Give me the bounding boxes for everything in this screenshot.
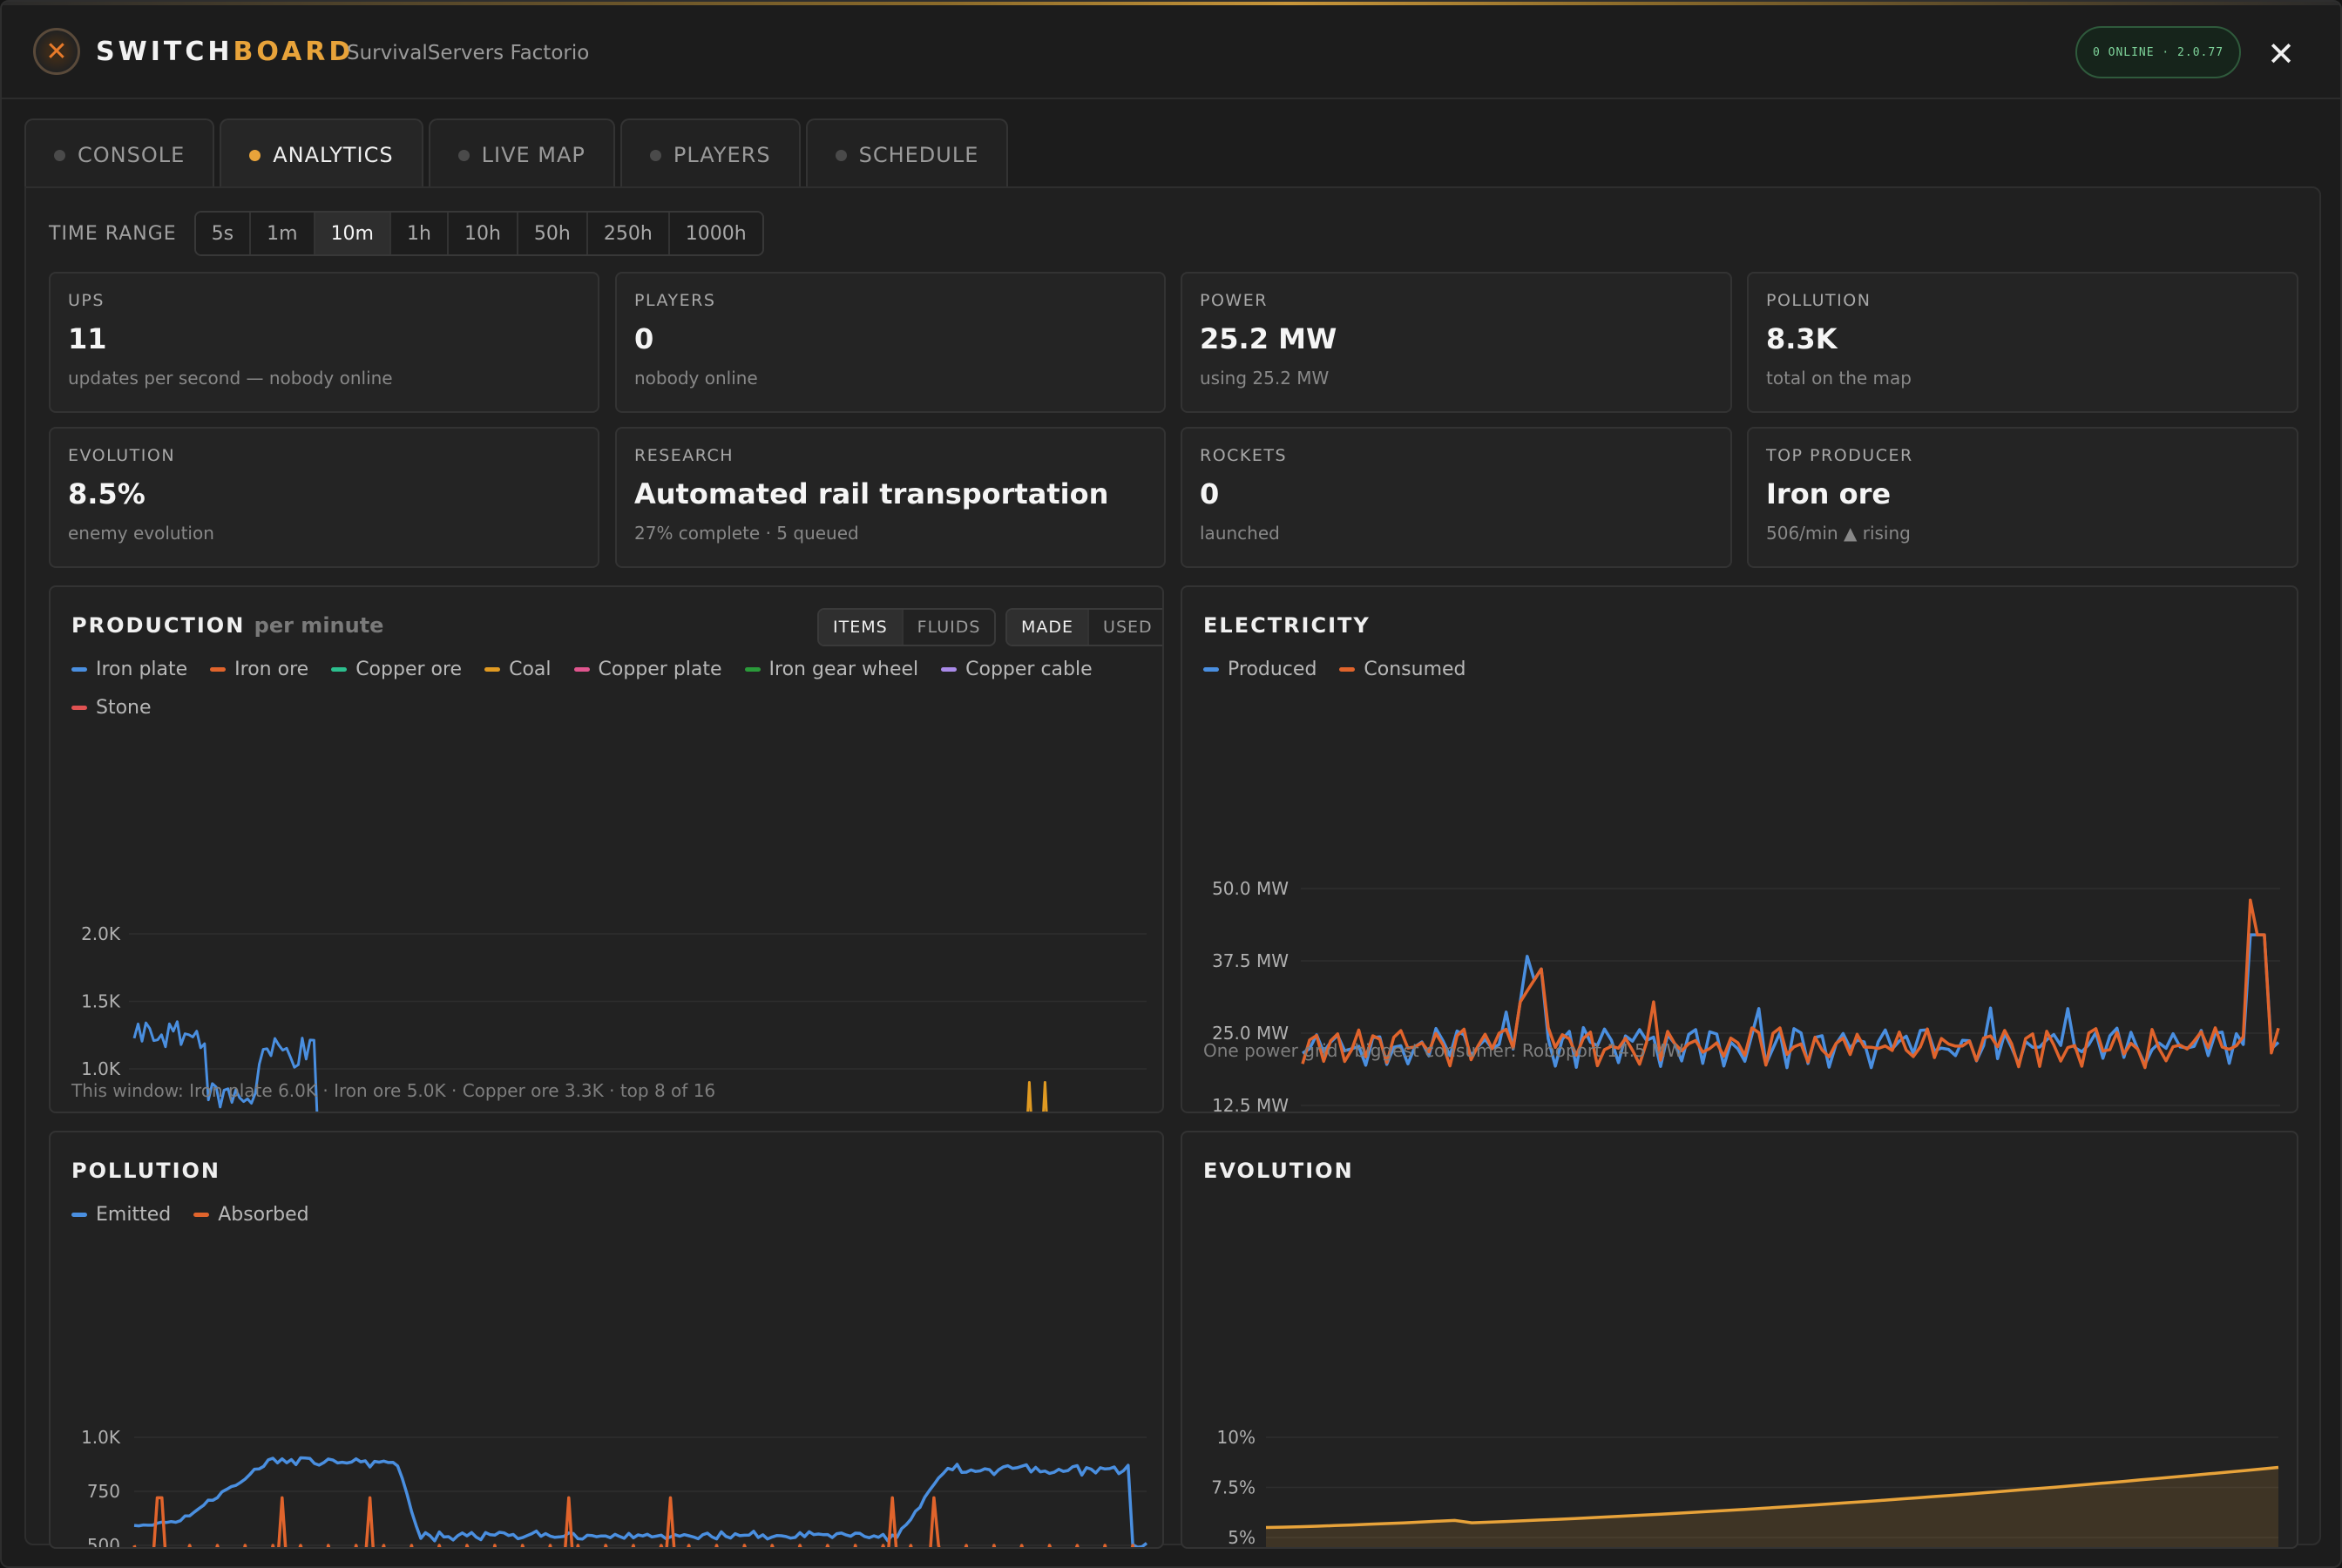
tab-label: SCHEDULE <box>858 143 979 167</box>
tab-dot-icon <box>835 149 847 161</box>
stat-sub: launched <box>1200 523 1280 544</box>
y-tick-label: 1.0K <box>81 1058 121 1079</box>
stat-label: ROCKETS <box>1200 446 1288 465</box>
stat-sub: 27% complete · 5 queued <box>634 523 859 544</box>
tab-players[interactable]: PLAYERS <box>619 118 801 190</box>
tab-label: LIVE MAP <box>481 143 586 167</box>
brand-part-2: BOARD <box>233 37 355 67</box>
pollution-panel: POLLUTION EmittedAbsorbed 2505007501.0K <box>49 1131 1164 1549</box>
stat-label: POLLUTION <box>1766 291 1872 310</box>
y-tick-label: 7.5% <box>1211 1477 1256 1498</box>
stat-card-top-producer: TOP PRODUCER Iron ore 506/min ▲ rising <box>1747 427 2298 568</box>
stat-label: EVOLUTION <box>68 446 176 465</box>
y-tick-label: 50.0 MW <box>1212 878 1289 899</box>
stat-card-pollution: POLLUTION 8.3K total on the map <box>1747 272 2298 413</box>
time-range-250h[interactable]: 250h <box>587 213 670 254</box>
stat-sub: using 25.2 MW <box>1200 368 1330 389</box>
tab-label: CONSOLE <box>78 143 186 167</box>
stat-value: Automated rail transportation <box>634 477 1109 510</box>
time-range-label: TIME RANGE <box>49 222 177 245</box>
production-panel: PRODUCTION per minute ITEMS FLUIDS MADE … <box>49 585 1164 1113</box>
y-tick-label: 5% <box>1228 1527 1256 1548</box>
header-bar: ✕ SWITCHBOARD SurvivalServers Factorio 0… <box>2 5 2340 99</box>
electricity-footer: One power grid · biggest consumer: Robop… <box>1203 1040 1684 1061</box>
switchboard-logo-icon: ✕ <box>33 28 80 75</box>
time-range-1000h[interactable]: 1000h <box>669 213 762 254</box>
y-tick-label: 1.5K <box>81 991 121 1012</box>
tab-dot-icon <box>649 149 661 161</box>
electricity-panel: ELECTRICITY ProducedConsumed 0 W12.5 MW2… <box>1181 585 2298 1113</box>
stat-value: 25.2 MW <box>1200 322 1337 355</box>
brand-part-1: SWITCH <box>96 37 234 67</box>
y-tick-label: 750 <box>87 1481 120 1502</box>
production-chart: 05001.0K1.5K2.0K-10m-7m-3mnow <box>81 923 1147 1112</box>
tab-analytics[interactable]: ANALYTICS <box>220 118 423 190</box>
y-tick-label: 2.0K <box>81 923 121 944</box>
stat-value: 8.3K <box>1766 322 1838 355</box>
online-status-badge: 0 ONLINE · 2.0.77 <box>2075 26 2241 78</box>
stat-label: RESEARCH <box>634 446 734 465</box>
tab-label: ANALYTICS <box>273 143 394 167</box>
pollution-chart: 2505007501.0K <box>81 1427 1148 1549</box>
production-footer: This window: Iron plate 6.0K · Iron ore … <box>71 1080 716 1101</box>
stat-value: 11 <box>68 322 107 355</box>
stat-card-ups: UPS 11 updates per second — nobody onlin… <box>49 272 599 413</box>
evolution-chart: 2.5%5%7.5%10% <box>1211 1427 2279 1548</box>
stat-card-power: POWER 25.2 MW using 25.2 MW <box>1181 272 1732 413</box>
y-tick-label: 12.5 MW <box>1212 1095 1289 1113</box>
stat-sub: updates per second — nobody online <box>68 368 393 389</box>
stat-value: 0 <box>1200 477 1220 510</box>
stat-value: 0 <box>634 322 654 355</box>
stat-label: PLAYERS <box>634 291 716 310</box>
tab-schedule[interactable]: SCHEDULE <box>805 118 1009 190</box>
time-range-10h[interactable]: 10h <box>448 213 518 254</box>
analytics-content: TIME RANGE 5s 1m 10m 1h 10h 50h 250h 100… <box>24 186 2321 1549</box>
stat-card-evolution: EVOLUTION 8.5% enemy evolution <box>49 427 599 568</box>
tab-dot-icon <box>457 149 470 161</box>
time-range-1m[interactable]: 1m <box>251 213 315 254</box>
stat-label: POWER <box>1200 291 1268 310</box>
stat-sub: enemy evolution <box>68 523 214 544</box>
y-tick-label: 10% <box>1217 1427 1256 1448</box>
stat-card-players: PLAYERS 0 nobody online <box>615 272 1166 413</box>
evolution-panel: EVOLUTION 2.5%5%7.5%10% <box>1181 1131 2298 1549</box>
brand-title: SWITCHBOARD <box>96 37 354 67</box>
electricity-chart: 0 W12.5 MW25.0 MW37.5 MW50.0 MW-10m-7m-3… <box>1212 878 2280 1113</box>
stat-value: Iron ore <box>1766 477 1892 510</box>
tab-label: PLAYERS <box>673 143 771 167</box>
tab-live-map[interactable]: LIVE MAP <box>428 118 615 190</box>
tab-dot-icon <box>54 149 65 161</box>
close-icon[interactable]: ✕ <box>2265 37 2297 71</box>
tab-console[interactable]: CONSOLE <box>24 118 215 190</box>
time-range-selector: TIME RANGE 5s 1m 10m 1h 10h 50h 250h 100… <box>49 211 764 256</box>
server-name: SurvivalServers Factorio <box>347 42 590 64</box>
stat-sub: total on the map <box>1766 368 1912 389</box>
time-range-50h[interactable]: 50h <box>518 213 588 254</box>
switchboard-window: ✕ SWITCHBOARD SurvivalServers Factorio 0… <box>0 0 2342 1568</box>
main-tabs: CONSOLE ANALYTICS LIVE MAP PLAYERS SCHED… <box>24 118 1009 190</box>
stat-card-rockets: ROCKETS 0 launched <box>1181 427 1732 568</box>
series-line <box>132 1496 1135 1547</box>
y-tick-label: 500 <box>87 1535 120 1549</box>
stat-sub: 506/min ▲ rising <box>1766 523 1911 544</box>
y-tick-label: 37.5 MW <box>1212 950 1289 971</box>
stat-card-research: RESEARCH Automated rail transportation 2… <box>615 427 1166 568</box>
time-range-10m[interactable]: 10m <box>315 213 391 254</box>
stat-label: TOP PRODUCER <box>1766 446 1913 465</box>
stat-label: UPS <box>68 291 105 310</box>
time-range-5s[interactable]: 5s <box>195 213 252 254</box>
time-range-options: 5s 1m 10m 1h 10h 50h 250h 1000h <box>193 211 764 256</box>
stat-sub: nobody online <box>634 368 758 389</box>
stat-value: 8.5% <box>68 477 146 510</box>
tab-dot-icon <box>249 149 261 161</box>
y-tick-label: 1.0K <box>81 1427 121 1448</box>
time-range-1h[interactable]: 1h <box>391 213 449 254</box>
